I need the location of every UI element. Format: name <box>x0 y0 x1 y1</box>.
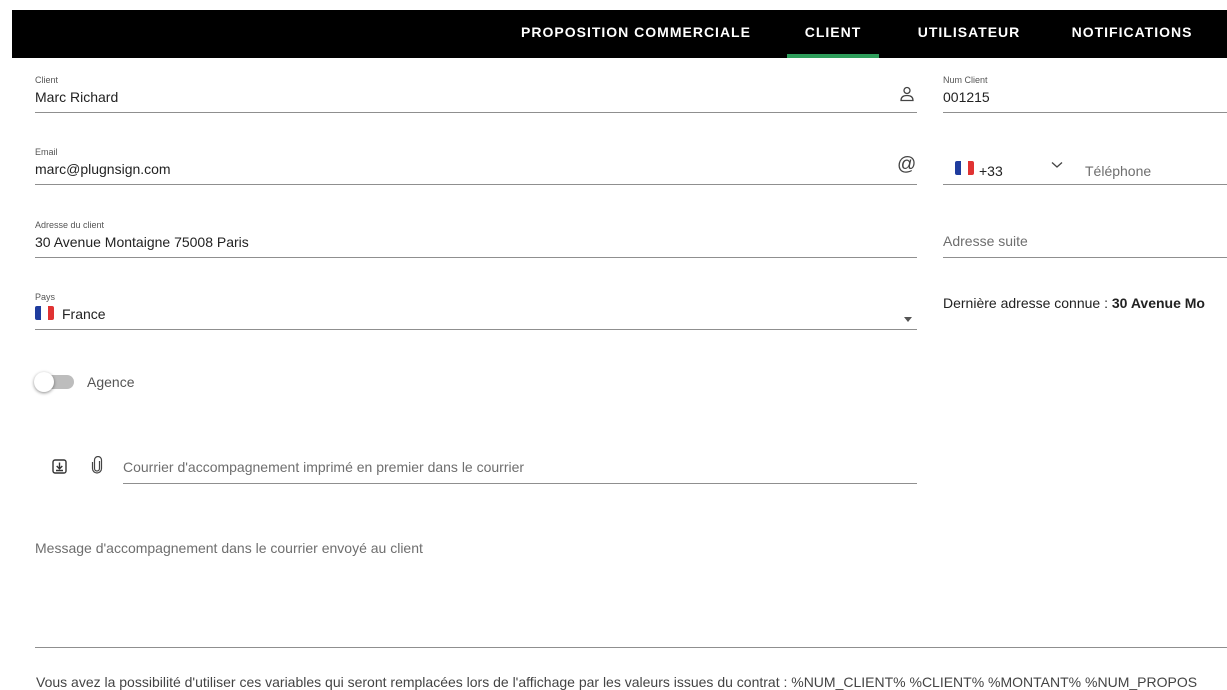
country-label: Pays <box>35 292 56 302</box>
client-value: Marc Richard <box>35 89 119 105</box>
dropdown-arrow-icon[interactable] <box>904 309 912 327</box>
address-suite-input[interactable]: Adresse suite <box>943 233 1028 249</box>
country-value: France <box>62 306 106 322</box>
country-select[interactable]: Pays France <box>35 289 917 330</box>
last-address-prefix: Dernière adresse connue : <box>943 295 1112 311</box>
num-client-field[interactable]: Num Client 001215 <box>943 72 1227 113</box>
address-suite-field[interactable]: Adresse suite <box>943 217 1227 258</box>
num-client-label: Num Client <box>943 75 988 85</box>
email-field[interactable]: Email marc@plugnsign.com @ <box>35 144 917 185</box>
message-placeholder: Message d'accompagnement dans le courrie… <box>35 540 423 556</box>
tab-notifications[interactable]: NOTIFICATIONS <box>1052 10 1212 58</box>
client-label: Client <box>35 75 59 85</box>
address-value: 30 Avenue Montaigne 75008 Paris <box>35 234 249 250</box>
tab-client[interactable]: CLIENT <box>787 10 879 58</box>
chevron-down-icon[interactable] <box>1051 156 1063 174</box>
france-flag-icon <box>955 161 974 175</box>
phone-input[interactable]: Téléphone <box>1085 163 1151 179</box>
france-flag-icon <box>35 306 54 320</box>
num-client-value: 001215 <box>943 89 990 105</box>
last-address-text: Dernière adresse connue : 30 Avenue Mo <box>943 295 1205 311</box>
address-field[interactable]: Adresse du client 30 Avenue Montaigne 75… <box>35 217 917 258</box>
person-icon <box>899 86 915 107</box>
cover-letter-input[interactable]: Courrier d'accompagnement imprimé en pre… <box>123 459 524 475</box>
download-icon[interactable] <box>52 459 67 479</box>
email-value: marc@plugnsign.com <box>35 161 171 177</box>
phone-country-code[interactable]: +33 <box>979 163 1003 179</box>
at-sign-icon: @ <box>897 154 917 175</box>
toggle-knob <box>34 372 54 392</box>
phone-field[interactable]: +33 Téléphone <box>943 144 1227 185</box>
tab-utilisateur[interactable]: UTILISATEUR <box>899 10 1039 58</box>
message-textarea[interactable]: Message d'accompagnement dans le courrie… <box>35 535 1227 648</box>
client-field[interactable]: Client Marc Richard <box>35 72 917 113</box>
email-label: Email <box>35 147 58 157</box>
top-nav-bar: PROPOSITION COMMERCIALE CLIENT UTILISATE… <box>12 10 1227 58</box>
address-label: Adresse du client <box>35 220 105 230</box>
paperclip-icon[interactable] <box>91 455 103 479</box>
agency-label: Agence <box>87 374 135 390</box>
last-address-value: 30 Avenue Mo <box>1111 295 1205 311</box>
agency-toggle[interactable] <box>34 372 74 392</box>
tab-proposition-commerciale[interactable]: PROPOSITION COMMERCIALE <box>504 10 768 58</box>
cover-letter-field[interactable]: Courrier d'accompagnement imprimé en pre… <box>123 450 917 484</box>
